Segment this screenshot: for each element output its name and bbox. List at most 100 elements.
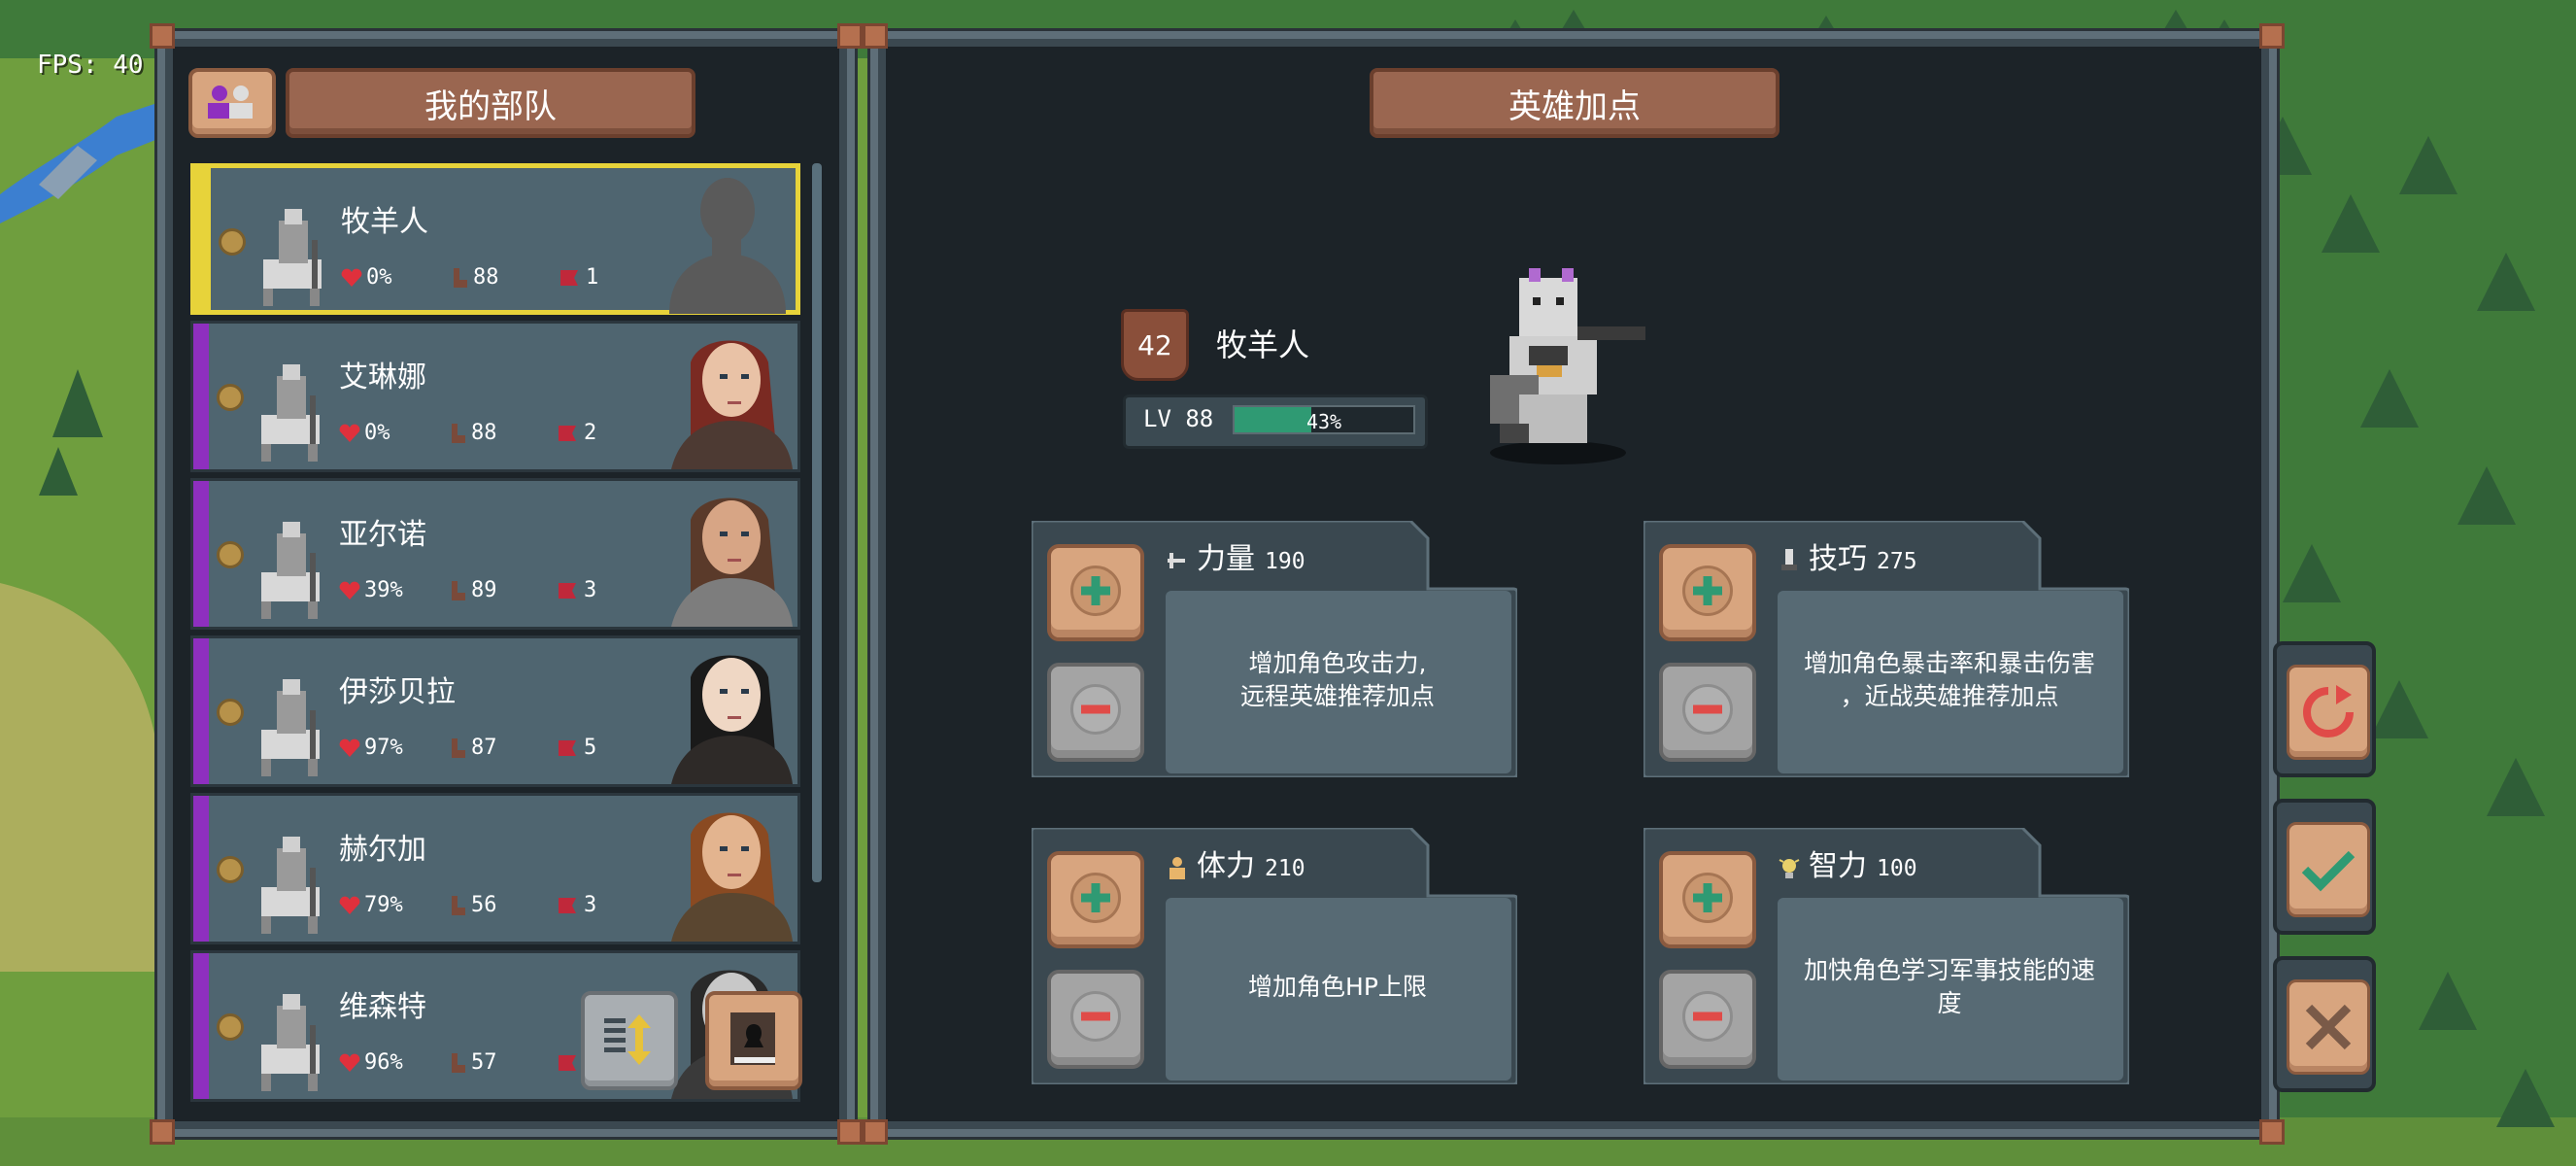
person-icon [1169,856,1185,879]
attribute-header: 智力 100 [1778,841,1917,884]
boot-icon [452,738,465,758]
hero-hp: 39% [364,578,403,602]
hero-portrait [671,340,793,469]
hero-card[interactable]: 艾琳娜 0% 88 2 [190,321,800,472]
sort-button[interactable] [581,991,678,1090]
plus-icon [1081,883,1110,912]
hero-portrait [671,497,793,627]
hero-rank-badge: 42 [1121,309,1189,381]
add-point-button[interactable] [1047,544,1144,641]
attribute-name: 技巧 [1809,542,1867,576]
reset-button[interactable] [2273,641,2376,777]
hero-level-stat: 88 [448,421,497,445]
flag-icon [559,740,576,756]
plus-icon [1081,576,1110,605]
hero-group-toggle-button[interactable] [188,68,276,138]
hero-mount-sprite [261,364,320,462]
attribute-name: 体力 [1197,849,1255,883]
attribute-card: 力量 190 增加角色攻击力, 远程英雄推荐加点 [1032,521,1521,777]
codex-button[interactable] [705,991,802,1090]
hero-name: 赫尔加 [339,833,426,867]
boot-icon [452,896,465,915]
remove-point-button[interactable] [1659,663,1756,762]
confirm-button[interactable] [2273,799,2376,935]
attribute-header: 体力 210 [1166,841,1305,884]
attribute-description-line: 度 [1937,989,1962,1017]
attribute-value: 190 [1265,549,1305,574]
heart-icon [341,268,362,287]
attribute-title-text: 英雄加点 [1508,86,1641,126]
hero-hp-stat: 97% [339,736,403,760]
cancel-button[interactable] [2273,956,2376,1092]
attribute-header: 力量 190 [1166,534,1305,577]
troops-panel: 我的部队 牧羊人 0% 88 1 艾琳娜 0% 88 2 亚尔诺 39% 89 … [150,23,863,1145]
book-icon [730,1012,775,1065]
add-point-button[interactable] [1659,851,1756,948]
hero-hp-stat: 39% [339,578,403,602]
minus-icon [1693,1012,1722,1021]
hero-count: 3 [584,893,597,917]
hero-rarity-strip [193,796,209,942]
hero-list[interactable]: 牧羊人 0% 88 1 艾琳娜 0% 88 2 亚尔诺 39% 89 3 伊莎贝… [190,163,804,1104]
hero-hp-stat: 79% [339,893,403,917]
heart-icon [339,1053,360,1072]
flag-icon [559,898,576,913]
hero-level: 57 [471,1050,497,1075]
hero-name: 维森特 [339,990,426,1024]
troops-title: 我的部队 [286,68,695,138]
heart-icon [339,581,360,600]
hero-list-scrollbar[interactable] [812,163,822,882]
attribute-description: 增加角色暴击率和暴击伤害 ，近战英雄推荐加点 [1779,595,2119,766]
flag-icon [559,1055,576,1071]
remove-point-button[interactable] [1659,970,1756,1069]
hero-rarity-strip [193,324,209,469]
checkmark-icon [2301,850,2356,892]
attribute-name: 智力 [1809,849,1867,883]
hero-name: 亚尔诺 [339,518,426,552]
reset-icon [2303,685,2354,737]
attribute-description: 加快角色学习军事技能的速度 [1779,902,2119,1073]
hero-level: 87 [471,736,497,760]
attribute-card: 技巧 275 增加角色暴击率和暴击伤害 ，近战英雄推荐加点 [1644,521,2133,777]
hero-hp-stat: 0% [339,421,390,445]
hero-count: 3 [584,578,597,602]
fps-counter: FPS: 40 [37,51,144,80]
attribute-description: 增加角色HP上限 [1168,902,1508,1073]
hero-portrait [669,178,786,314]
heroes-icon [208,86,253,119]
hero-level-box: LV 88 43% [1123,394,1428,449]
troops-title-text: 我的部队 [424,86,557,126]
hero-name: 艾琳娜 [339,360,426,394]
hero-sprite [1490,268,1645,464]
attribute-card: 智力 100 加快角色学习军事技能的速度 [1644,828,2133,1084]
plus-icon [1693,576,1722,605]
attribute-header: 技巧 275 [1778,534,1917,577]
attribute-description-line: ，近战英雄推荐加点 [1840,682,2059,710]
hero-level-stat: 56 [448,893,497,917]
attribute-description-line: 远程英雄推荐加点 [1239,682,1435,710]
hero-rarity-strip [195,168,211,310]
xp-percent: 43% [1305,410,1342,433]
remove-point-button[interactable] [1047,663,1144,762]
hero-rarity-strip [193,481,209,627]
hero-hp-stat: 0% [341,265,392,290]
hero-count: 1 [586,265,599,290]
hero-level: LV 88 [1143,405,1214,432]
hero-mount-sprite [261,837,320,934]
hero-card[interactable]: 伊莎贝拉 97% 87 5 [190,635,800,787]
hero-card[interactable]: 赫尔加 79% 56 3 [190,793,800,944]
hero-card[interactable]: 牧羊人 0% 88 1 [190,163,800,315]
hero-count-stat: 5 [557,736,596,760]
hero-name: 牧羊人 [1216,326,1310,363]
hero-card[interactable]: 亚尔诺 39% 89 3 [190,478,800,630]
remove-point-button[interactable] [1047,970,1144,1069]
hero-hp-stat: 96% [339,1050,403,1075]
heart-icon [339,738,360,757]
hero-count-stat: 3 [557,893,596,917]
attribute-value: 275 [1877,549,1917,574]
hero-portrait [671,655,793,784]
hero-count: 5 [584,736,597,760]
add-point-button[interactable] [1659,544,1756,641]
add-point-button[interactable] [1047,851,1144,948]
hero-level-stat: 57 [448,1050,497,1075]
